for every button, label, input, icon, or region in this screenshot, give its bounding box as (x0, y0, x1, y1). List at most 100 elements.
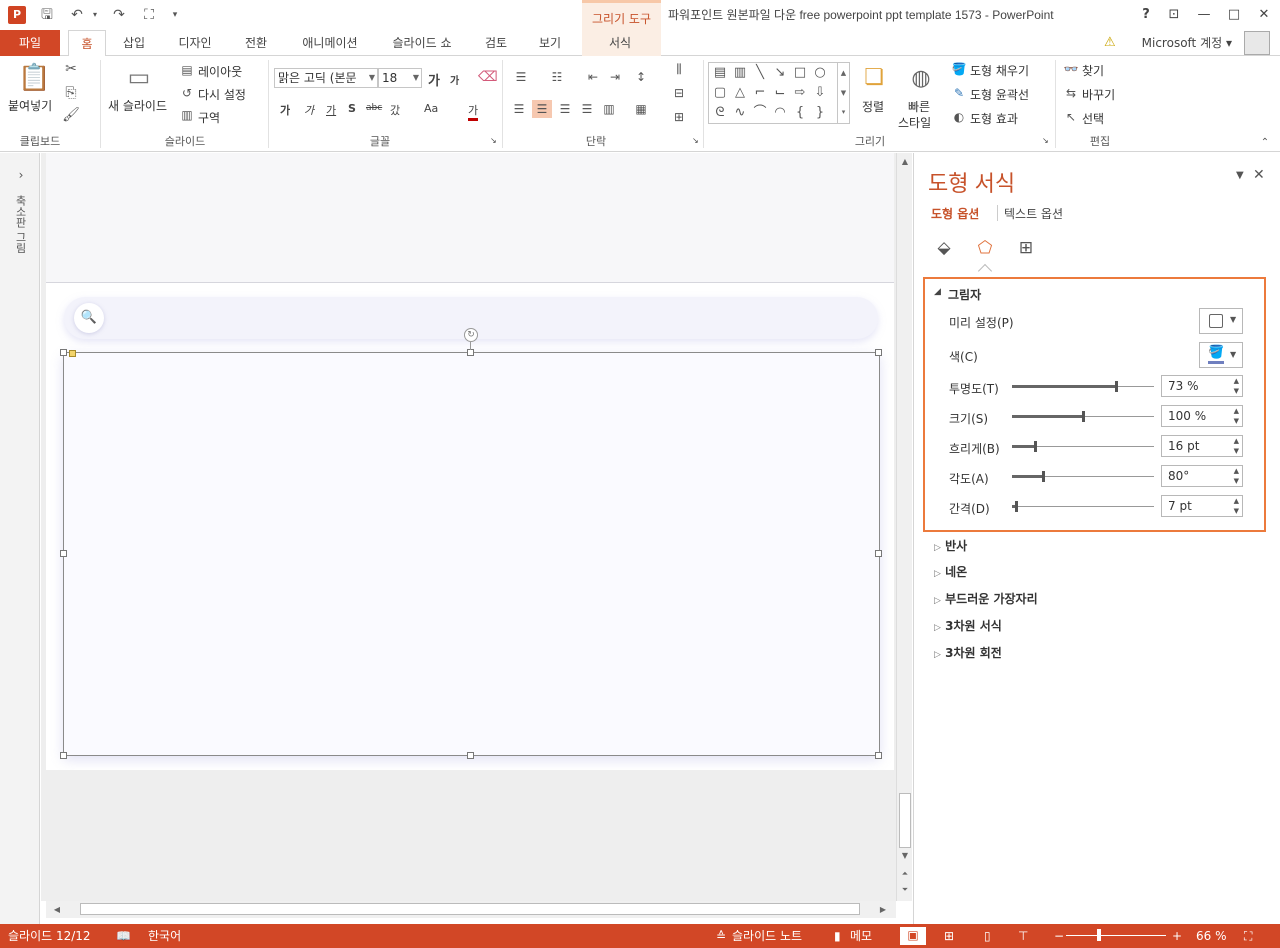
cut-icon[interactable]: ✂ (62, 60, 80, 78)
bold-button[interactable]: 가 (280, 102, 290, 118)
tab-text-options[interactable]: 텍스트 옵션 (1004, 205, 1063, 222)
font-color-button[interactable]: 가 (468, 102, 479, 121)
quick-styles-icon[interactable]: ◍ (906, 64, 936, 94)
arrow-line-shape-icon[interactable]: ↘ (771, 64, 789, 82)
help-button[interactable]: ? (1134, 4, 1158, 26)
tab-slideshow[interactable]: 슬라이드 쇼 (384, 30, 460, 56)
slider-knob[interactable] (1034, 441, 1037, 452)
character-spacing-button[interactable]: 갔 (390, 102, 400, 118)
maximize-button[interactable]: □ (1222, 4, 1246, 26)
section-button[interactable]: 구역 (198, 109, 220, 126)
tab-format[interactable]: 서식 (600, 30, 640, 56)
arrange-button[interactable]: 정렬 (862, 98, 884, 115)
spin-arrows-icon[interactable]: ▲ ▼ (1234, 406, 1239, 426)
expand-thumbnails-icon[interactable]: › (14, 168, 28, 184)
down-arrow-shape-icon[interactable]: ⇩ (811, 84, 829, 102)
minimize-button[interactable]: — (1192, 4, 1216, 26)
copy-icon[interactable]: ⎘ (62, 84, 80, 102)
paste-icon[interactable]: 📋 (18, 62, 50, 94)
find-button[interactable]: 찾기 (1082, 62, 1104, 79)
fill-line-icon[interactable]: ⬙ (931, 236, 957, 260)
bullets-icon[interactable]: ☰ (512, 68, 530, 86)
smartart-icon[interactable]: ⊞ (670, 108, 688, 126)
slider-knob[interactable] (1115, 381, 1118, 392)
arc-shape-icon[interactable]: ◠ (771, 104, 789, 122)
resize-handle-bottom-left[interactable] (60, 752, 67, 759)
scroll-down-icon[interactable]: ▼ (898, 849, 912, 863)
distributed-icon[interactable]: ▥ (600, 100, 618, 118)
transparency-input[interactable]: 73 % ▲ ▼ (1161, 375, 1243, 397)
pane-options-dropdown-icon[interactable]: ▼ (1236, 170, 1244, 181)
triangle-shape-icon[interactable]: △ (731, 84, 749, 102)
rotate-handle-icon[interactable]: ↻ (464, 328, 478, 342)
vertical-scroll-thumb[interactable] (899, 793, 911, 848)
quick-styles-line2[interactable]: 스타일 (898, 114, 931, 131)
clear-formatting-icon[interactable]: ⌫ (478, 68, 498, 86)
redo-icon[interactable]: ↷ (110, 6, 128, 24)
change-case-button[interactable]: Aa (424, 102, 438, 115)
tab-insert[interactable]: 삽입 (114, 30, 154, 56)
grow-font-button[interactable]: 가 (428, 70, 440, 89)
collapse-ribbon-icon[interactable]: ⌃ (1258, 134, 1272, 152)
scroll-up-icon[interactable]: ▲ (898, 155, 912, 169)
scroll-right-icon[interactable]: ▶ (876, 903, 890, 917)
slide-canvas[interactable]: 🔍 (46, 153, 894, 770)
spin-arrows-icon[interactable]: ▲ ▼ (1234, 496, 1239, 516)
scribble-shape-icon[interactable]: ⌒ (751, 104, 769, 122)
zoom-out-icon[interactable]: − (1054, 928, 1064, 944)
effects-pentagon-icon[interactable]: ⬠ (972, 236, 998, 260)
paste-button[interactable]: 붙여넣기 (8, 97, 52, 114)
size-properties-icon[interactable]: ⊞ (1013, 236, 1039, 260)
resize-handle-bottom-right[interactable] (875, 752, 882, 759)
vertical-scrollbar[interactable]: ▲ ▼ ⏶ ⏷ (896, 153, 912, 901)
zoom-in-icon[interactable]: + (1172, 928, 1182, 944)
zoom-level[interactable]: 66 % (1196, 928, 1227, 944)
arrange-icon[interactable]: ❏ (860, 64, 888, 92)
account-button[interactable]: Microsoft 계정 ▾ (1142, 34, 1232, 52)
increase-indent-icon[interactable]: ⇥ (606, 68, 624, 86)
tab-home[interactable]: 홈 (68, 30, 106, 57)
decrease-indent-icon[interactable]: ⇤ (584, 68, 602, 86)
drawing-dialog-launcher-icon[interactable]: ↘ (1042, 136, 1049, 145)
reset-button[interactable]: 다시 설정 (198, 86, 246, 103)
underline-button[interactable]: 가 (326, 102, 336, 118)
shape-effects-button[interactable]: 도형 효과 (970, 110, 1018, 127)
previous-slide-icon[interactable]: ⏶ (898, 867, 912, 881)
line-shape-icon[interactable]: ╲ (751, 64, 769, 82)
font-name-combo[interactable]: 맑은 고딕 (본문 ▼ (274, 68, 378, 88)
size-slider[interactable] (1012, 411, 1154, 422)
undo-dropdown-icon[interactable]: ▾ (86, 6, 104, 24)
format-3d-section[interactable]: ▷ 3차원 서식 (934, 617, 1002, 634)
reading-view-icon[interactable]: ▯ (984, 928, 991, 944)
spin-arrows-icon[interactable]: ▲ ▼ (1234, 376, 1239, 396)
oval-shape-icon[interactable]: ○ (811, 64, 829, 82)
shape-fill-button[interactable]: 도형 채우기 (970, 62, 1029, 79)
angle-input[interactable]: 80° ▲ ▼ (1161, 465, 1243, 487)
shapes-gallery[interactable]: ▤ ▥ ╲ ↘ □ ○ ▢ △ ⌐ ⌙ ⇨ ⇩ ᘓ ∿ ⌒ ◠ { } ▲ ▼ ▾ (708, 62, 850, 124)
thumbnail-pane-label[interactable]: 축소판 그림 (12, 195, 28, 254)
notes-button[interactable]: 슬라이드 노트 (732, 928, 802, 944)
tab-review[interactable]: 검토 (476, 30, 516, 56)
close-window-button[interactable]: ✕ (1252, 4, 1276, 26)
textbox-shape-icon[interactable]: ▤ (711, 64, 729, 82)
line-spacing-icon[interactable]: ↕ (632, 68, 650, 86)
reflection-section[interactable]: ▷ 반사 (934, 537, 967, 554)
quick-styles-line1[interactable]: 빠른 (908, 98, 930, 115)
resize-handle-left[interactable] (60, 550, 67, 557)
align-text-icon[interactable]: ⊟ (670, 84, 688, 102)
distance-slider[interactable] (1012, 501, 1154, 512)
adjustment-handle[interactable] (69, 350, 76, 357)
start-slideshow-icon[interactable]: ⛶ (140, 6, 158, 24)
shape-outline-button[interactable]: 도형 윤곽선 (970, 86, 1029, 103)
text-shadow-button[interactable]: S (348, 102, 356, 115)
align-center-icon[interactable]: ☰ (532, 100, 552, 118)
justify-icon[interactable]: ☰ (578, 100, 596, 118)
tab-design[interactable]: 디자인 (170, 30, 220, 56)
blur-slider[interactable] (1012, 441, 1154, 452)
undo-icon[interactable]: ↶ (68, 6, 86, 24)
comments-button[interactable]: 메모 (850, 928, 872, 944)
fit-slide-icon[interactable]: ⛶ (1244, 928, 1252, 944)
scroll-left-icon[interactable]: ◀ (50, 903, 64, 917)
glow-section[interactable]: ▷ 네온 (934, 563, 967, 580)
rotation-3d-section[interactable]: ▷ 3차원 회전 (934, 644, 1002, 661)
